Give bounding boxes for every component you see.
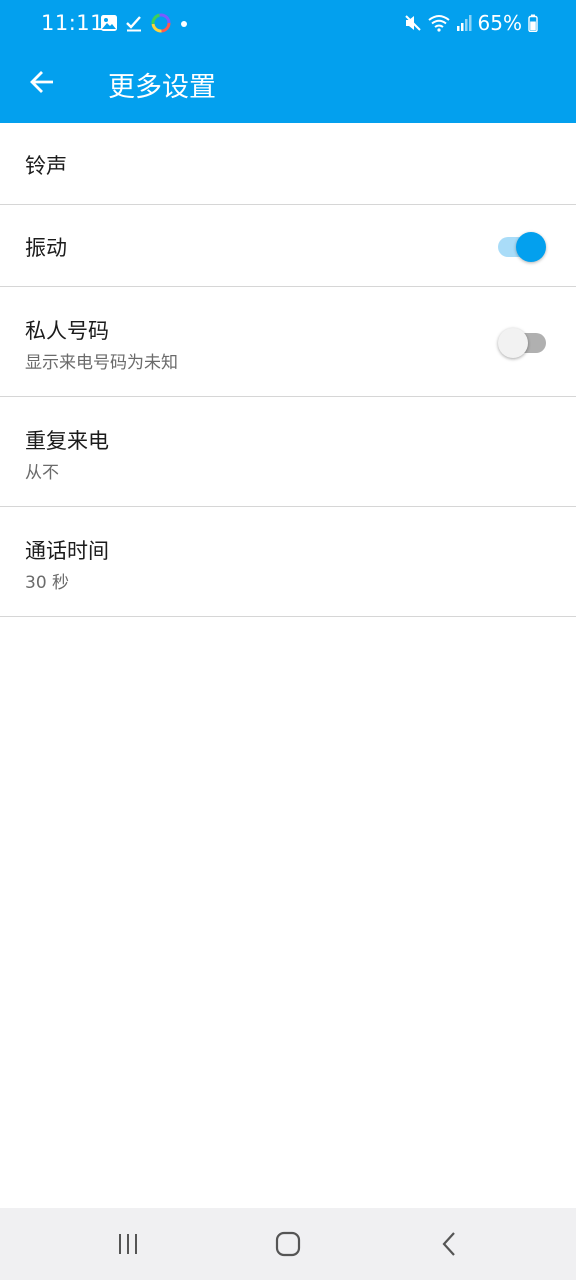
wifi-icon bbox=[427, 15, 450, 32]
status-notification-icons bbox=[100, 12, 189, 34]
status-bar: 11:11 65% bbox=[0, 0, 576, 48]
home-icon bbox=[275, 1231, 301, 1257]
recents-icon bbox=[119, 1234, 137, 1254]
arrow-left-icon bbox=[30, 71, 53, 93]
setting-repeat-call-subtitle: 从不 bbox=[25, 463, 59, 483]
signal-icon bbox=[456, 15, 472, 31]
private-number-toggle[interactable] bbox=[498, 325, 546, 359]
page-title: 更多设置 bbox=[108, 72, 216, 103]
check-icon bbox=[126, 16, 141, 32]
setting-vibration-title: 振动 bbox=[25, 236, 67, 260]
home-button[interactable] bbox=[268, 1228, 308, 1260]
vibration-toggle-thumb bbox=[516, 232, 546, 262]
setting-private-number[interactable]: 私人号码 显示来电号码为未知 bbox=[0, 287, 576, 397]
setting-call-time-title: 通话时间 bbox=[25, 539, 109, 563]
recents-button[interactable] bbox=[108, 1228, 148, 1260]
nav-back-button[interactable] bbox=[430, 1228, 470, 1260]
back-button[interactable] bbox=[22, 62, 62, 102]
setting-vibration[interactable]: 振动 bbox=[0, 205, 576, 287]
setting-repeat-call[interactable]: 重复来电 从不 bbox=[0, 397, 576, 507]
private-number-toggle-thumb bbox=[498, 328, 528, 358]
gallery-icon bbox=[101, 15, 117, 31]
setting-private-number-title: 私人号码 bbox=[25, 319, 109, 343]
setting-repeat-call-title: 重复来电 bbox=[25, 429, 109, 453]
battery-icon bbox=[528, 14, 538, 32]
status-time: 11:11 bbox=[41, 11, 105, 35]
status-system-icons: 65% bbox=[404, 11, 538, 35]
toolbar: 更多设置 bbox=[0, 48, 576, 123]
dot-icon bbox=[181, 21, 187, 27]
setting-call-time[interactable]: 通话时间 30 秒 bbox=[0, 507, 576, 617]
setting-call-time-subtitle: 30 秒 bbox=[25, 573, 70, 593]
app-ring-icon bbox=[151, 13, 171, 33]
mute-icon bbox=[404, 15, 421, 31]
setting-private-number-subtitle: 显示来电号码为未知 bbox=[25, 353, 178, 373]
battery-percent: 65% bbox=[477, 11, 522, 35]
setting-ringtone[interactable]: 铃声 bbox=[0, 123, 576, 205]
setting-ringtone-title: 铃声 bbox=[25, 154, 67, 178]
settings-list: 铃声 振动 私人号码 显示来电号码为未知 重复来电 从不 通话时间 30 秒 bbox=[0, 123, 576, 617]
back-icon bbox=[442, 1232, 455, 1256]
vibration-toggle[interactable] bbox=[498, 229, 546, 263]
system-nav-bar bbox=[0, 1208, 576, 1280]
app-bar: 11:11 65% 更多设置 bbox=[0, 0, 576, 123]
